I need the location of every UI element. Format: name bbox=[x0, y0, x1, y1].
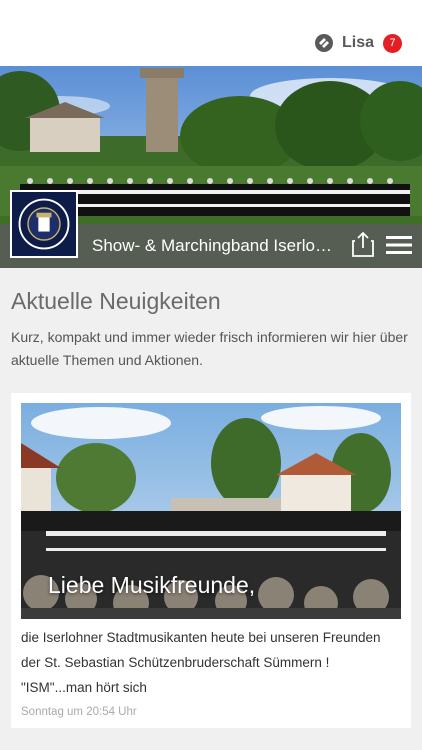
post-timestamp: Sonntag um 20:54 Uhr bbox=[21, 706, 137, 718]
intro-text: Kurz, kompakt und immer wieder frisch in… bbox=[11, 329, 408, 368]
hamburger-menu-icon[interactable] bbox=[386, 235, 412, 255]
post-text-line: der St. Sebastian Schützenbruderschaft S… bbox=[21, 655, 330, 670]
post-photo-caption: Liebe Musikfreunde, bbox=[48, 572, 256, 598]
top-bar: Lisa 7 bbox=[0, 0, 422, 66]
hero-banner: Show- & Marchingband Iserlo… bbox=[0, 66, 422, 268]
post-text-line: die Iserlohner Stadtmusikanten heute bei… bbox=[21, 630, 381, 645]
news-post-card[interactable]: Liebe Musikfreunde, die Iserlohner Stadt… bbox=[11, 393, 411, 728]
username[interactable]: Lisa bbox=[342, 34, 374, 52]
app-logo-icon bbox=[314, 34, 333, 52]
band-crest-icon[interactable] bbox=[10, 190, 78, 258]
share-icon[interactable] bbox=[352, 231, 374, 257]
band-title[interactable]: Show- & Marchingband Iserlo… bbox=[92, 236, 342, 256]
post-text: die Iserlohner Stadtmusikanten heute bei… bbox=[21, 625, 406, 700]
notification-badge[interactable]: 7 bbox=[383, 33, 402, 53]
page-title: Aktuelle Neuigkeiten bbox=[11, 288, 221, 314]
post-text-line: "ISM"...man hört sich bbox=[21, 680, 147, 695]
post-photo[interactable]: Liebe Musikfreunde, bbox=[21, 403, 401, 619]
user-menu[interactable]: Lisa 7 bbox=[314, 33, 402, 53]
